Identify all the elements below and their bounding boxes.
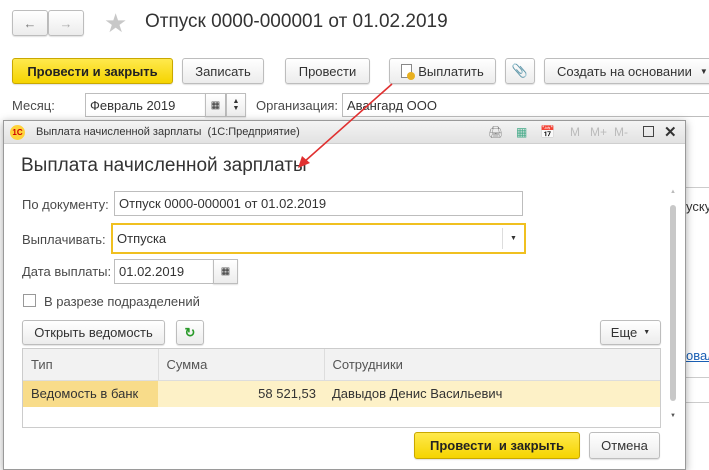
annotation-arrow	[298, 83, 393, 168]
